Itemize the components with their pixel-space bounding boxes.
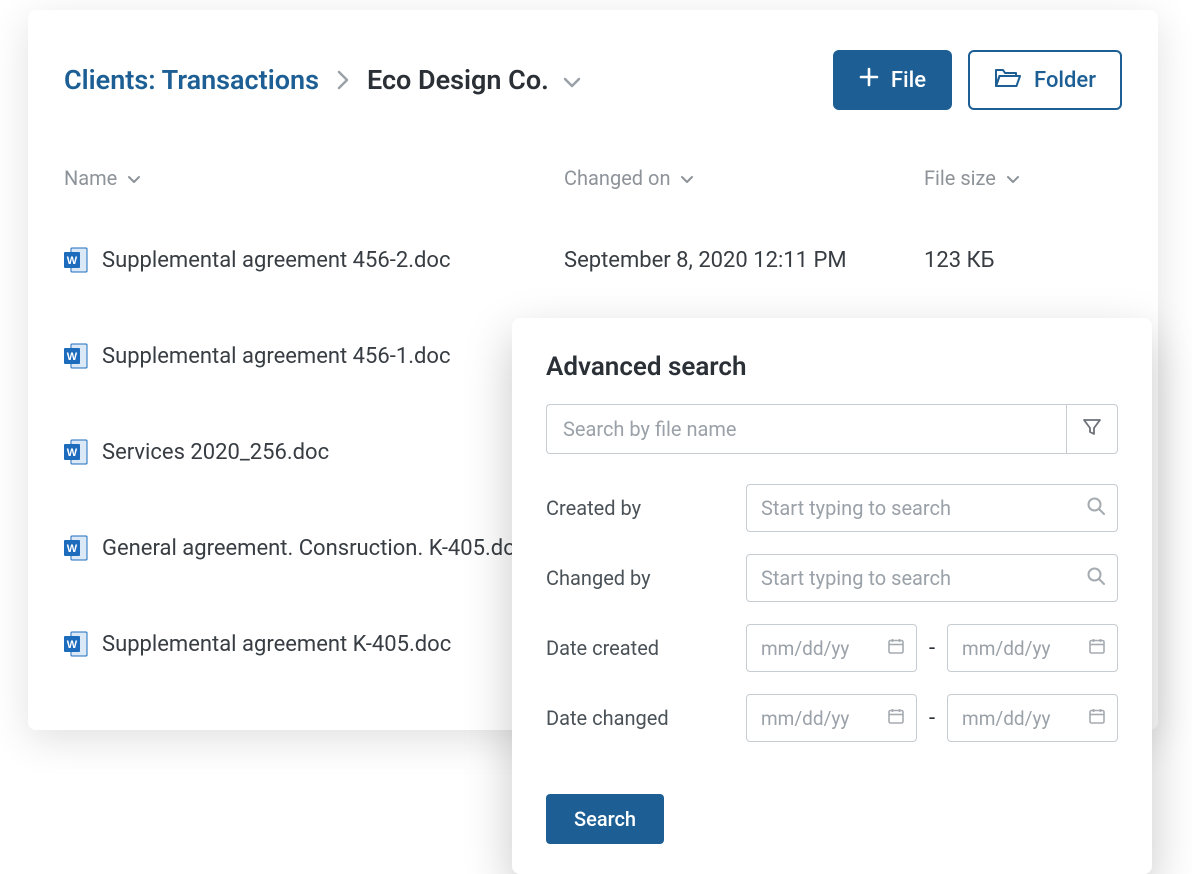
svg-text:W: W: [67, 447, 78, 459]
date-created-from-input[interactable]: [746, 624, 917, 672]
chevron-down-icon: [680, 166, 694, 190]
advanced-search-panel: Advanced search Created by Changed by: [512, 318, 1152, 874]
chevron-down-icon: [1006, 166, 1020, 190]
chevron-down-icon: [563, 64, 581, 96]
advanced-search-row: [546, 404, 1118, 454]
file-name: Supplemental agreement K-405.doc: [102, 632, 451, 657]
filter-icon: [1082, 417, 1102, 441]
date-created-label: Date created: [546, 636, 746, 660]
word-doc-icon: W: [64, 630, 88, 658]
advanced-search-title: Advanced search: [546, 352, 1118, 382]
svg-text:W: W: [67, 351, 78, 363]
svg-text:W: W: [67, 255, 78, 267]
date-changed-label: Date changed: [546, 706, 746, 730]
created-by-input[interactable]: [746, 484, 1118, 532]
date-changed-from-input[interactable]: [746, 694, 917, 742]
new-file-button[interactable]: File: [833, 50, 952, 110]
created-by-label: Created by: [546, 496, 746, 520]
file-name: Supplemental agreement 456-2.doc: [102, 248, 450, 273]
breadcrumb: Clients: Transactions Eco Design Co.: [64, 64, 581, 96]
column-headers: Name Changed on File size: [64, 166, 1122, 190]
file-name: Supplemental agreement 456-1.doc: [102, 344, 450, 369]
table-row[interactable]: W Supplemental agreement 456-2.doc Septe…: [64, 246, 1122, 274]
column-header-name[interactable]: Name: [64, 166, 564, 190]
header-actions: File Folder: [833, 50, 1122, 110]
folder-open-icon: [994, 66, 1022, 94]
changed-by-label: Changed by: [546, 566, 746, 590]
filter-button[interactable]: [1066, 404, 1118, 454]
file-name: General agreement. Consruction. K-405.do…: [102, 536, 527, 561]
word-doc-icon: W: [64, 438, 88, 466]
date-created-row: Date created -: [546, 624, 1118, 672]
word-doc-icon: W: [64, 534, 88, 562]
header-row: Clients: Transactions Eco Design Co. Fil…: [64, 50, 1122, 110]
date-range-dash: -: [929, 706, 935, 731]
new-folder-button[interactable]: Folder: [968, 50, 1122, 110]
breadcrumb-root[interactable]: Clients: Transactions: [64, 64, 319, 96]
search-submit-button[interactable]: Search: [546, 794, 664, 844]
created-by-row: Created by: [546, 484, 1118, 532]
chevron-right-icon: [337, 70, 349, 90]
column-header-size-label: File size: [924, 166, 996, 190]
column-header-changed[interactable]: Changed on: [564, 166, 924, 190]
file-name: Services 2020_256.doc: [102, 440, 329, 465]
svg-text:W: W: [67, 543, 78, 555]
date-created-to-input[interactable]: [947, 624, 1118, 672]
new-file-label: File: [891, 68, 926, 93]
column-header-changed-label: Changed on: [564, 166, 670, 190]
chevron-down-icon: [127, 166, 141, 190]
file-size: 123 КБ: [924, 248, 1104, 273]
date-changed-to-input[interactable]: [947, 694, 1118, 742]
new-folder-label: Folder: [1034, 68, 1096, 93]
breadcrumb-current-dropdown[interactable]: Eco Design Co.: [367, 64, 581, 96]
column-header-name-label: Name: [64, 166, 117, 190]
date-changed-row: Date changed -: [546, 694, 1118, 742]
word-doc-icon: W: [64, 342, 88, 370]
column-header-size[interactable]: File size: [924, 166, 1104, 190]
date-range-dash: -: [929, 636, 935, 661]
svg-text:W: W: [67, 639, 78, 651]
file-changed: September 8, 2020 12:11 PM: [564, 248, 924, 273]
changed-by-input[interactable]: [746, 554, 1118, 602]
changed-by-row: Changed by: [546, 554, 1118, 602]
search-filename-input[interactable]: [546, 404, 1066, 454]
breadcrumb-current-label: Eco Design Co.: [367, 64, 549, 96]
plus-icon: [859, 67, 879, 93]
word-doc-icon: W: [64, 246, 88, 274]
